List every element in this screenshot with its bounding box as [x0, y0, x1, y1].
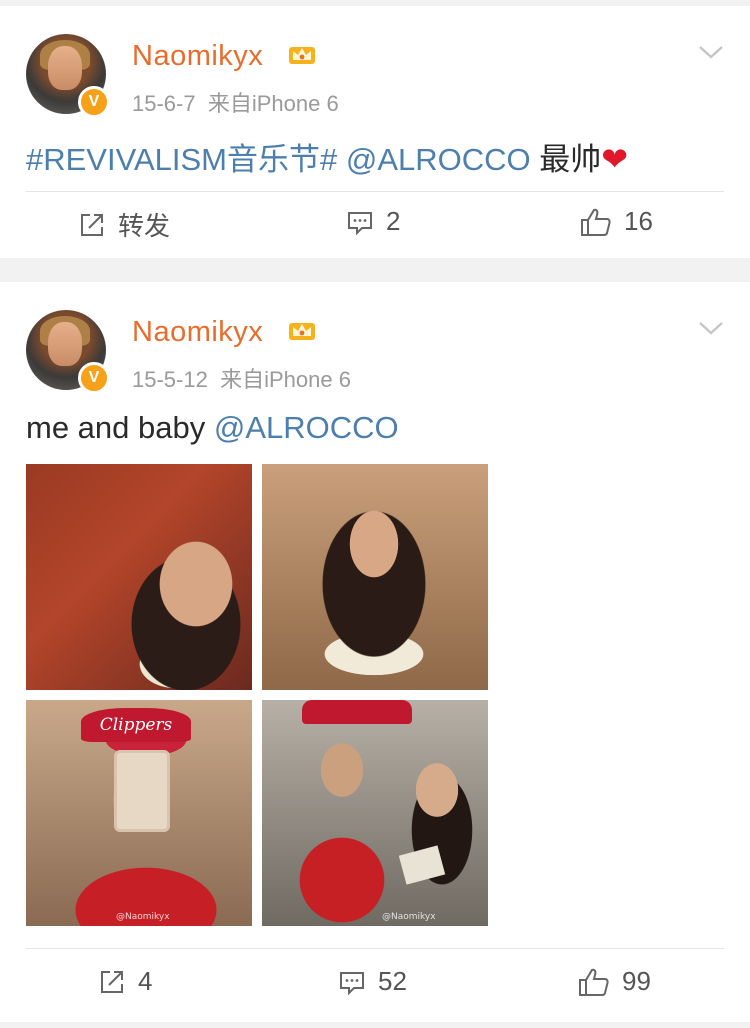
like-button[interactable]: 16 — [580, 206, 653, 237]
verified-badge-icon: V — [78, 86, 110, 118]
thumbs-up-icon — [579, 968, 609, 996]
like-count: 16 — [624, 206, 653, 236]
repost-icon — [101, 970, 123, 993]
crown-icon — [289, 47, 315, 64]
chevron-down-icon[interactable] — [698, 320, 724, 336]
comment-count: 52 — [378, 966, 407, 996]
mention-link[interactable]: @ALROCCO — [214, 410, 399, 445]
repost-button[interactable]: 转发 — [78, 206, 170, 243]
like-count: 99 — [622, 966, 651, 996]
heart-emoji: ❤ — [601, 141, 629, 177]
post-text: me and baby @ALROCCO — [26, 410, 399, 446]
post-date: 15-5-12 — [132, 367, 208, 392]
comment-button[interactable]: 2 — [346, 206, 400, 237]
ticket-shape — [398, 845, 446, 885]
cap-text: Clippers — [81, 708, 191, 742]
username[interactable]: Naomikyx — [132, 316, 263, 349]
post-meta: 15-5-12 来自iPhone 6 — [132, 362, 351, 394]
post-text-plain: me and baby — [26, 410, 206, 445]
chevron-down-icon[interactable] — [698, 44, 724, 60]
crown-icon — [289, 323, 315, 340]
post-photo[interactable] — [262, 464, 488, 690]
comment-icon — [340, 971, 364, 995]
photo-watermark: @Naomikyx — [382, 912, 436, 922]
post-source: 来自iPhone 6 — [220, 367, 351, 392]
thumbs-up-icon — [581, 208, 611, 236]
hashtag-link[interactable]: #REVIVALISM音乐节# — [26, 142, 337, 177]
avatar[interactable]: V — [26, 34, 110, 118]
post-photo[interactable]: Clippers @Naomikyx — [26, 700, 252, 926]
post-photo[interactable]: @Naomikyx — [262, 700, 488, 926]
divider — [26, 191, 724, 192]
mention-link[interactable]: @ALROCCO — [346, 142, 531, 177]
repost-count: 4 — [138, 966, 153, 996]
comment-icon — [348, 211, 372, 235]
photo-watermark: @Naomikyx — [116, 912, 170, 922]
post-text-suffix: 最帅 — [539, 142, 602, 177]
phone-shape — [114, 750, 170, 832]
repost-icon — [81, 213, 103, 236]
username[interactable]: Naomikyx — [132, 40, 263, 73]
repost-button[interactable]: 4 — [98, 966, 152, 997]
avatar[interactable]: V — [26, 310, 110, 394]
post-date: 15-6-7 — [132, 91, 196, 116]
post-card: V Naomikyx 15-5-12 来自iPhone 6 me and bab… — [0, 282, 750, 1022]
post-photo[interactable] — [26, 464, 252, 690]
comment-button[interactable]: 52 — [338, 966, 407, 997]
divider — [26, 948, 724, 949]
comment-count: 2 — [386, 206, 401, 236]
repost-label: 转发 — [118, 211, 171, 241]
verified-badge-icon: V — [78, 362, 110, 394]
post-card: V Naomikyx 15-6-7 来自iPhone 6 #REVIVALISM… — [0, 6, 750, 258]
post-text: #REVIVALISM音乐节# @ALROCCO 最帅❤ — [26, 134, 628, 179]
post-source: 来自iPhone 6 — [207, 91, 339, 116]
like-button[interactable]: 99 — [578, 966, 651, 997]
post-meta: 15-6-7 来自iPhone 6 — [132, 86, 339, 118]
cap-shape — [302, 700, 412, 724]
